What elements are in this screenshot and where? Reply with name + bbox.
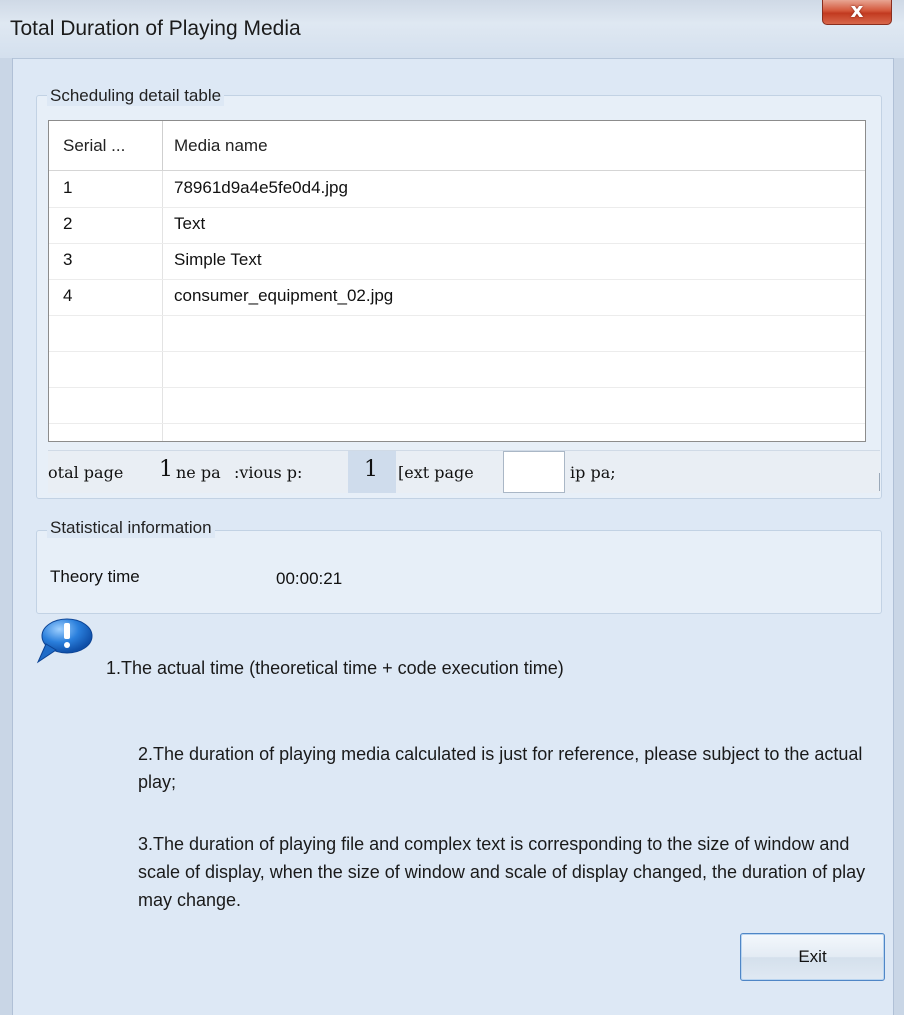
cell-media-name: 78961d9a4e5fe0d4.jpg [174,178,348,197]
home-page-link[interactable]: ne pa [176,463,221,482]
cell-serial: 1 [63,178,73,197]
cell-serial: 3 [63,250,73,269]
table-header: Serial ... Media name [49,121,865,171]
schedule-table[interactable]: Serial ... Media name 1 78961d9a4e5fe0d4… [48,120,866,442]
empty-table-row [49,387,865,424]
table-row[interactable]: 3 Simple Text [49,243,865,280]
total-page-label: otal page [48,463,124,482]
close-icon: x [850,0,864,22]
pagination-bar: otal page 1 ne pa :vious p: 1 [ext page … [48,450,880,493]
table-row[interactable]: 1 78961d9a4e5fe0d4.jpg [49,171,865,208]
cell-serial: 2 [63,214,73,233]
stop-page-link[interactable]: ip pa; [570,463,616,482]
current-page-number: 1 [364,457,378,482]
cell-media-name: consumer_equipment_02.jpg [174,286,394,305]
statistics-group-label: Statistical information [47,518,215,538]
scheduling-group-label: Scheduling detail table [47,86,225,106]
cell-serial: 4 [63,286,73,305]
info-bubble-icon [36,618,93,664]
theory-time-value: 00:00:21 [276,569,343,588]
table-row[interactable]: 2 Text [49,207,865,244]
title-bar: Total Duration of Playing Media x [0,0,904,59]
note-2: 2.The duration of playing media calculat… [138,744,863,792]
header-divider[interactable] [162,121,163,170]
window-title: Total Duration of Playing Media [10,17,301,40]
cell-media-name: Simple Text [174,250,262,269]
statistics-group [36,530,882,614]
exit-button[interactable]: Exit [740,933,885,981]
table-row[interactable]: 4 consumer_equipment_02.jpg [49,279,865,316]
empty-table-row [49,315,865,352]
note-3: 3.The duration of playing file and compl… [138,834,866,910]
cell-media-name: Text [174,214,206,233]
goto-page-input[interactable] [503,451,565,493]
total-page-value: 1 [159,457,173,482]
window-frame-right [893,58,904,1015]
note-1: 1.The actual time (theoretical time + co… [106,658,564,678]
theory-time-label: Theory time [50,567,140,586]
next-page-link[interactable]: [ext page [398,463,474,482]
column-header-media-name[interactable]: Media name [174,136,268,156]
column-header-serial[interactable]: Serial ... [63,136,125,156]
previous-page-link[interactable]: :vious p: [234,463,302,482]
window-frame-left [0,58,13,1015]
close-button[interactable]: x [822,0,892,25]
pager-edge [879,473,880,491]
empty-table-row [49,351,865,388]
